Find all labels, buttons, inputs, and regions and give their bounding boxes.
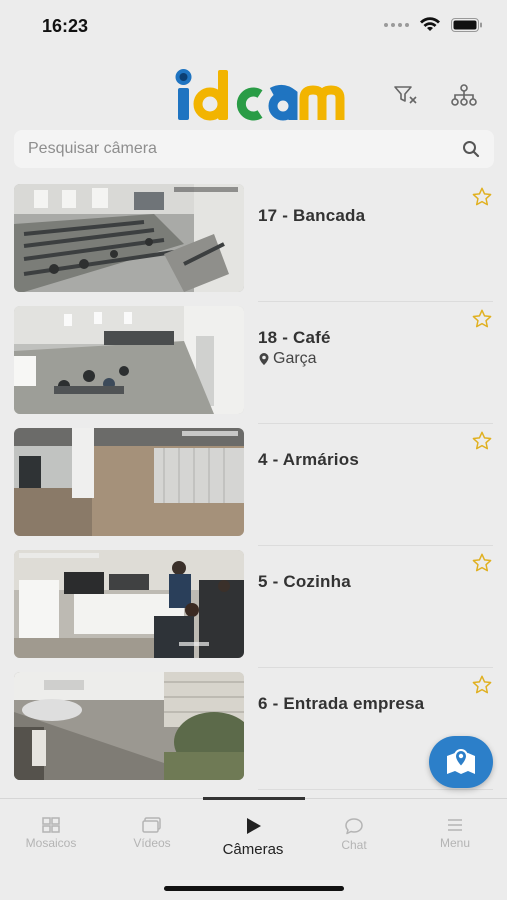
camera-name: 6 - Entrada empresa [258, 694, 425, 713]
camera-thumbnail[interactable] [14, 428, 244, 536]
camera-location-label: Garça [273, 350, 317, 367]
search-icon[interactable] [462, 140, 480, 158]
grid-icon [42, 817, 60, 833]
camera-name: 4 - Armários [258, 450, 359, 469]
clear-filter-button[interactable] [392, 82, 420, 108]
camera-location: Garça [258, 350, 317, 368]
tab-label: Chat [341, 838, 367, 852]
tab-videos[interactable]: Vídeos [102, 817, 202, 850]
tab-active-indicator [203, 797, 305, 800]
status-bar: 16:23 [0, 0, 507, 50]
tab-bar: Mosaicos Vídeos Câmeras Chat Menu [0, 797, 507, 900]
search-input[interactable] [28, 140, 462, 158]
header [0, 60, 507, 128]
tab-label: Mosaicos [25, 836, 77, 850]
idcam-logo [172, 64, 352, 124]
chat-icon [345, 818, 363, 835]
camera-name: 18 - Café [258, 328, 331, 347]
wifi-icon [420, 17, 440, 31]
camera-name: 5 - Cozinha [258, 572, 351, 591]
play-icon [247, 818, 261, 834]
hierarchy-icon [451, 84, 477, 106]
camera-row[interactable]: 18 - Café Garça [0, 302, 507, 424]
map-view-button[interactable] [429, 736, 493, 788]
status-time: 16:23 [42, 16, 89, 36]
tab-chat[interactable]: Chat [304, 817, 404, 852]
battery-icon [451, 18, 482, 32]
map-pin-icon [447, 748, 475, 774]
row-divider [258, 789, 493, 790]
favorite-star-icon[interactable] [471, 552, 493, 574]
camera-thumbnail[interactable] [14, 184, 244, 292]
camera-name: 17 - Bancada [258, 206, 366, 225]
tab-mosaicos[interactable]: Mosaicos [1, 817, 101, 850]
tab-label: Menu [439, 836, 471, 850]
signal-dots-icon [384, 23, 409, 27]
camera-row[interactable]: 5 - Cozinha [0, 546, 507, 668]
favorite-star-icon[interactable] [471, 308, 493, 330]
camera-thumbnail[interactable] [14, 672, 244, 780]
status-icons [384, 17, 483, 33]
location-pin-icon [259, 353, 269, 365]
camera-thumbnail[interactable] [14, 306, 244, 414]
home-indicator [164, 886, 344, 891]
favorite-star-icon[interactable] [471, 674, 493, 696]
favorite-star-icon[interactable] [471, 430, 493, 452]
camera-thumbnail[interactable] [14, 550, 244, 658]
tab-label: Câmeras [222, 841, 284, 858]
tab-cameras[interactable]: Câmeras [203, 817, 303, 858]
camera-row[interactable]: 17 - Bancada [0, 180, 507, 302]
hierarchy-button[interactable] [450, 82, 478, 108]
tab-menu[interactable]: Menu [405, 817, 505, 850]
video-icon [142, 817, 161, 833]
filter-x-icon [394, 86, 417, 104]
favorite-star-icon[interactable] [471, 186, 493, 208]
tab-label: Vídeos [133, 836, 171, 850]
menu-icon [448, 819, 462, 831]
search-bar [14, 130, 494, 168]
camera-row[interactable]: 4 - Armários [0, 424, 507, 546]
